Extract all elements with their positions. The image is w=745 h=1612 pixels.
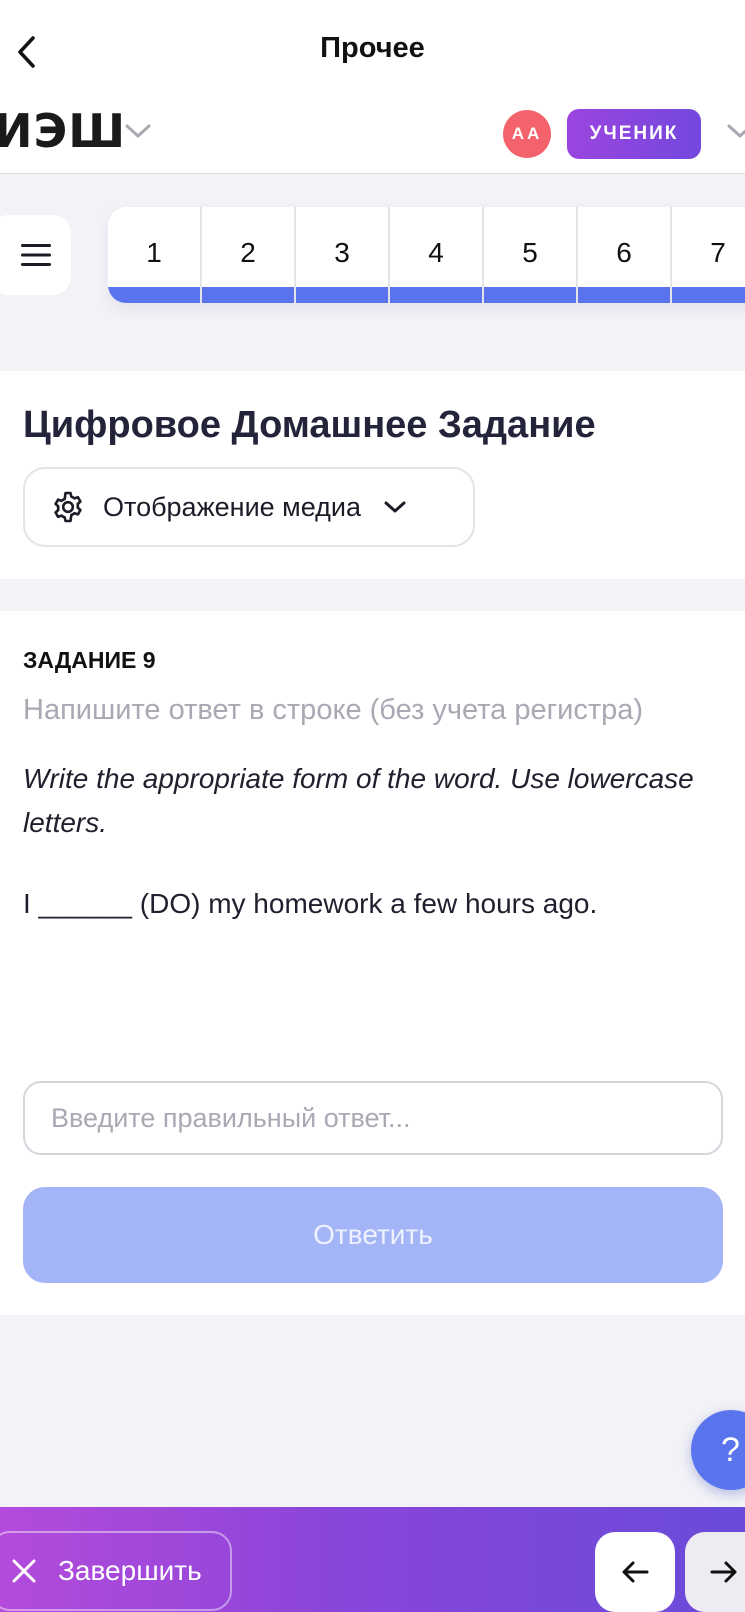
question-tab-5[interactable]: 5 bbox=[484, 207, 578, 303]
nav-bar: Прочее bbox=[0, 0, 745, 100]
question-tab-7[interactable]: 7 bbox=[672, 207, 745, 303]
close-icon bbox=[12, 1559, 36, 1583]
task-label: ЗАДАНИЕ 9 bbox=[23, 647, 156, 673]
question-tab-number: 5 bbox=[522, 237, 538, 268]
arrow-left-icon bbox=[622, 1561, 649, 1583]
nav-title: Прочее bbox=[320, 32, 425, 64]
question-pager: 1 2 3 4 5 6 7 bbox=[108, 207, 745, 303]
question-tab-6[interactable]: 6 bbox=[578, 207, 672, 303]
question-tab-indicator bbox=[108, 287, 200, 303]
question-tab-number: 6 bbox=[616, 237, 632, 268]
app-logo[interactable]: ИЭШ bbox=[0, 104, 126, 158]
finish-button[interactable]: Завершить bbox=[0, 1531, 232, 1611]
question-tab-4[interactable]: 4 bbox=[390, 207, 484, 303]
task-hint: Напишите ответ в строке (без учета регис… bbox=[23, 694, 644, 726]
page-title: Цифровое Домашнее Задание bbox=[23, 404, 596, 446]
help-button[interactable]: ? bbox=[691, 1410, 745, 1490]
question-tab-indicator bbox=[484, 287, 576, 303]
question-tab-3[interactable]: 3 bbox=[296, 207, 390, 303]
avatar[interactable]: АА bbox=[503, 110, 551, 158]
question-tab-indicator bbox=[390, 287, 482, 303]
app-header: ИЭШ АА УЧЕНИК bbox=[0, 100, 745, 174]
bottom-bar: Завершить bbox=[0, 1507, 745, 1612]
question-tab-number: 2 bbox=[240, 237, 256, 268]
submit-answer-button[interactable]: Ответить bbox=[23, 1187, 723, 1283]
next-question-button[interactable] bbox=[685, 1532, 745, 1612]
question-tab-number: 7 bbox=[710, 237, 726, 268]
question-tab-indicator bbox=[672, 287, 745, 303]
role-badge[interactable]: УЧЕНИК bbox=[567, 109, 701, 159]
question-tab-number: 4 bbox=[428, 237, 444, 268]
finish-label: Завершить bbox=[58, 1555, 202, 1586]
arrow-right-icon bbox=[710, 1561, 737, 1583]
gear-icon bbox=[54, 491, 82, 523]
task-sentence: I ______ (DO) my homework a few hours ag… bbox=[23, 888, 598, 919]
task-instruction: Write the appropriate form of the word. … bbox=[23, 763, 694, 838]
menu-button[interactable] bbox=[0, 215, 71, 295]
media-display-label: Отображение медиа bbox=[103, 491, 362, 522]
question-tab-indicator bbox=[202, 287, 294, 303]
question-tab-number: 3 bbox=[334, 237, 350, 268]
account-chevron-down-icon[interactable] bbox=[726, 122, 745, 140]
previous-question-button[interactable] bbox=[595, 1532, 675, 1612]
question-tab-1[interactable]: 1 bbox=[108, 207, 202, 303]
chevron-down-icon bbox=[383, 499, 407, 515]
title-card: Цифровое Домашнее Задание Отображение ме… bbox=[0, 371, 745, 579]
question-tab-indicator bbox=[296, 287, 388, 303]
question-tab-2[interactable]: 2 bbox=[202, 207, 296, 303]
answer-input[interactable] bbox=[23, 1081, 723, 1155]
hamburger-menu-icon bbox=[20, 244, 51, 266]
question-tab-number: 1 bbox=[146, 237, 162, 268]
screen: Прочее ИЭШ АА УЧЕНИК 1 2 3 4 5 6 7 Цифро… bbox=[0, 0, 745, 1612]
chevron-down-icon[interactable] bbox=[124, 122, 152, 140]
question-tab-indicator bbox=[578, 287, 670, 303]
task-card: ЗАДАНИЕ 9 Напишите ответ в строке (без у… bbox=[0, 611, 745, 1315]
media-display-dropdown[interactable]: Отображение медиа bbox=[23, 467, 475, 547]
